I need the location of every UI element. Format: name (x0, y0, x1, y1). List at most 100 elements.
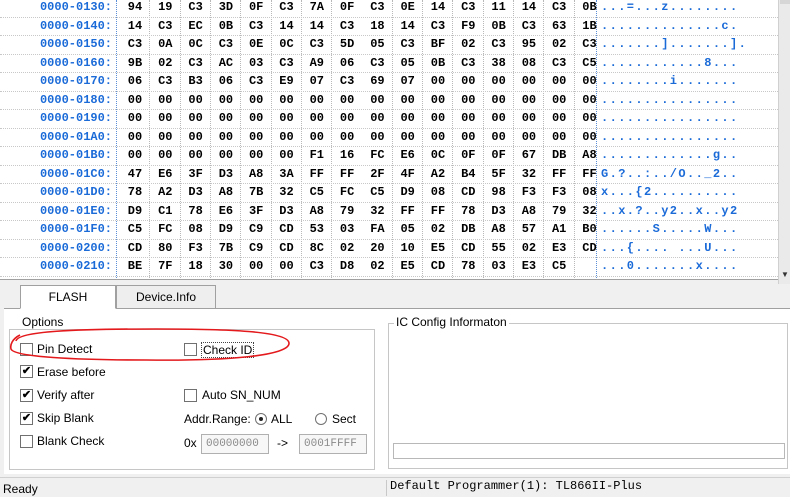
hex-byte-cell[interactable]: F3 (514, 185, 544, 199)
hex-byte-cell[interactable]: C3 (544, 56, 574, 70)
hex-byte-cell[interactable]: 00 (575, 93, 605, 107)
hex-byte-cell[interactable]: FA (362, 222, 392, 236)
hex-byte-cell[interactable]: 79 (332, 204, 362, 218)
hex-byte-cell[interactable]: 63 (544, 19, 574, 33)
hex-byte-cell[interactable]: CD (120, 241, 150, 255)
hex-byte-cell[interactable]: FF (302, 167, 332, 181)
hex-byte-cell[interactable]: DB (544, 148, 574, 162)
hex-row[interactable]: 0000-0150: C3 0A 0C C3 0E 0C C3 5D 05 C3 BF 02 C3 95 02… (0, 37, 778, 55)
hex-byte-cell[interactable]: CD (453, 185, 483, 199)
hex-byte-cell[interactable]: 00 (211, 148, 241, 162)
hex-byte-cell[interactable]: 53 (302, 222, 332, 236)
hex-byte-cell[interactable]: 0B (423, 56, 453, 70)
hex-byte-cell[interactable]: 00 (393, 93, 423, 107)
hex-byte-cell[interactable]: 69 (362, 74, 392, 88)
hex-byte-cell[interactable]: FA (393, 278, 423, 280)
hex-byte-cell[interactable]: 00 (150, 111, 180, 125)
hex-byte-cell[interactable]: 06 (120, 74, 150, 88)
hex-byte-cell[interactable]: 94 (120, 0, 150, 14)
hex-byte-cell[interactable]: C5 (362, 185, 392, 199)
hex-byte-cell[interactable]: 02 (453, 278, 483, 280)
hex-byte-cell[interactable]: 3D (211, 0, 241, 14)
hex-byte-cell[interactable]: C3 (332, 19, 362, 33)
hex-byte-cell[interactable]: 00 (544, 111, 574, 125)
hex-byte-cell[interactable]: 05 (393, 222, 423, 236)
hex-byte-cell[interactable]: 00 (393, 111, 423, 125)
hex-byte-cell[interactable]: 57 (575, 278, 605, 280)
hex-byte-cell[interactable]: A8 (302, 204, 332, 218)
hex-byte-cell[interactable]: C3 (272, 56, 302, 70)
hex-byte-cell[interactable]: FF (393, 204, 423, 218)
hex-byte-cell[interactable]: 00 (241, 130, 271, 144)
hex-byte-cell[interactable]: 35 (423, 278, 453, 280)
hex-byte-cell[interactable]: E5 (423, 241, 453, 255)
hex-byte-cell[interactable]: 32 (514, 167, 544, 181)
hex-byte-cell[interactable]: 00 (423, 111, 453, 125)
hex-byte-cell[interactable]: 10 (393, 241, 423, 255)
hex-byte-cell[interactable]: 78 (120, 185, 150, 199)
hex-byte-cell[interactable]: 00 (484, 130, 514, 144)
addr-range-all-radio[interactable] (255, 413, 267, 425)
hex-byte-cell[interactable]: B3 (181, 74, 211, 88)
hex-byte-cell[interactable]: F9 (453, 19, 483, 33)
hex-byte-cell[interactable]: 18 (181, 259, 211, 273)
hex-row[interactable]: 0000-01C0: 47 E6 3F D3 A8 3A FF FF 2F 4F A2 B4 5F 32 FF… (0, 167, 778, 185)
hex-byte-cell[interactable]: 00 (484, 111, 514, 125)
hex-byte-cell[interactable]: 01 (181, 278, 211, 280)
hex-byte-cell[interactable]: 80 (150, 241, 180, 255)
hex-byte-cell[interactable]: 14 (272, 19, 302, 33)
hex-byte-cell[interactable]: 16 (332, 148, 362, 162)
hex-byte-cell[interactable]: D9 (120, 204, 150, 218)
hex-byte-cell[interactable]: 78 (453, 204, 483, 218)
hex-byte-cell[interactable]: 00 (575, 111, 605, 125)
hex-byte-cell[interactable]: 00 (272, 148, 302, 162)
verify-after-checkbox[interactable]: ✔ (20, 389, 33, 402)
hex-byte-cell[interactable]: FC (150, 222, 180, 236)
hex-byte-cell[interactable]: C3 (241, 19, 271, 33)
hex-byte-cell[interactable]: 00 (423, 130, 453, 144)
hex-byte-cell[interactable]: 00 (272, 259, 302, 273)
hex-byte-cell[interactable]: E9 (272, 74, 302, 88)
hex-byte-cell[interactable]: A2 (423, 167, 453, 181)
hex-byte-cell[interactable]: 08 (514, 56, 544, 70)
hex-byte-cell[interactable]: 00 (514, 111, 544, 125)
hex-byte-cell[interactable]: 00 (484, 74, 514, 88)
hex-byte-cell[interactable]: C3 (575, 37, 605, 51)
hex-byte-cell[interactable]: 03 (362, 278, 392, 280)
hex-byte-cell[interactable]: C3 (211, 37, 241, 51)
hex-byte-cell[interactable]: C3 (332, 74, 362, 88)
hex-byte-cell[interactable]: C3 (393, 37, 423, 51)
hex-byte-cell[interactable]: 00 (272, 130, 302, 144)
hex-byte-cell[interactable]: 20 (362, 241, 392, 255)
hex-byte-cell[interactable]: A8 (241, 167, 271, 181)
hex-byte-cell[interactable]: 00 (332, 111, 362, 125)
hex-byte-cell[interactable]: 00 (332, 130, 362, 144)
hex-row[interactable]: 0000-0140: 14 C3 EC 0B C3 14 14 C3 18 14 C3 F9 0B C3 63… (0, 19, 778, 37)
hex-byte-cell[interactable]: C3 (272, 0, 302, 14)
hex-byte-cell[interactable]: 47 (120, 167, 150, 181)
hex-byte-cell[interactable]: 32 (575, 204, 605, 218)
hex-byte-cell[interactable]: 08 (181, 222, 211, 236)
hex-byte-cell[interactable]: 3F (181, 167, 211, 181)
hex-row[interactable]: 0000-01D0: 78 A2 D3 A8 7B 32 C5 FC C5 D9 08 CD 98 F3 F3… (0, 185, 778, 203)
hex-byte-cell[interactable]: 14 (423, 0, 453, 14)
hex-row[interactable]: 0000-0180: 00 00 00 00 00 00 00 00 00 00 00 00 00 00 00… (0, 93, 778, 111)
hex-byte-cell[interactable]: 14 (393, 19, 423, 33)
hex-byte-cell[interactable]: 00 (544, 130, 574, 144)
hex-byte-cell[interactable]: 14 (302, 19, 332, 33)
hex-byte-cell[interactable]: C3 (302, 37, 332, 51)
hex-byte-cell[interactable]: 78 (453, 259, 483, 273)
hex-byte-cell[interactable]: D9 (393, 185, 423, 199)
hex-byte-cell[interactable]: A8 (544, 278, 574, 280)
hex-byte-cell[interactable]: E5 (393, 259, 423, 273)
hex-byte-cell[interactable]: E3 (544, 241, 574, 255)
hex-byte-cell[interactable]: CD (423, 259, 453, 273)
hex-byte-cell[interactable]: 02 (362, 259, 392, 273)
hex-byte-cell[interactable]: D3 (181, 185, 211, 199)
hex-byte-cell[interactable]: 07 (393, 74, 423, 88)
hex-byte-cell[interactable]: EC (181, 19, 211, 33)
hex-byte-cell[interactable]: 00 (120, 130, 150, 144)
hex-byte-cell[interactable]: 00 (211, 111, 241, 125)
hex-byte-cell[interactable]: B0 (575, 222, 605, 236)
hex-byte-cell[interactable]: FF (332, 167, 362, 181)
